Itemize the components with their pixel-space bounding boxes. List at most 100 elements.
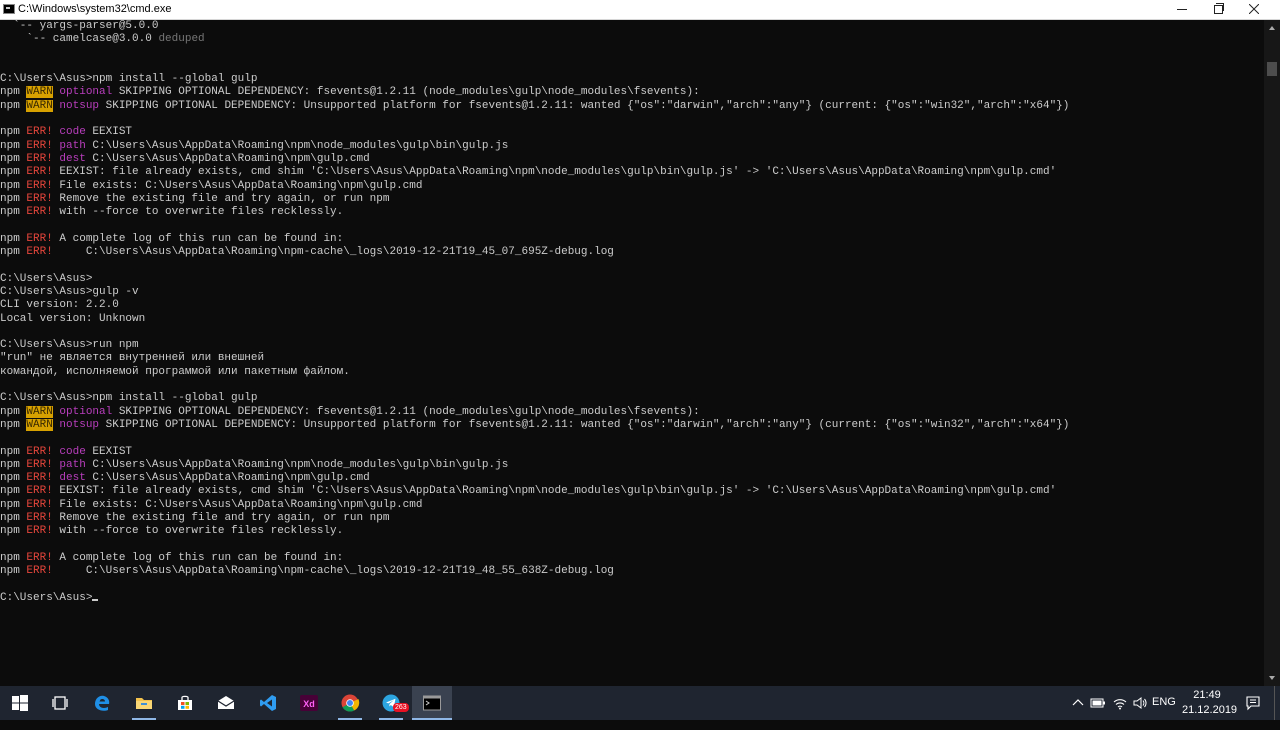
console-line: C:\Users\Asus>: [0, 273, 1069, 286]
npm-keyword: path: [59, 139, 86, 152]
console-text: npm: [0, 525, 27, 538]
npm-keyword: dest: [59, 152, 86, 165]
console-text: npm: [0, 192, 27, 205]
console-text: EEXIST: file already exists, cmd shim 'C…: [52, 485, 1057, 498]
err-tag: ERR!: [26, 511, 53, 524]
battery-icon[interactable]: [1090, 697, 1106, 709]
store-button[interactable]: [165, 686, 205, 720]
show-hidden-icons-chevron-icon[interactable]: [1072, 698, 1084, 708]
console-line: npm ERR! File exists: C:\Users\Asus\AppD…: [0, 180, 1069, 193]
scroll-down-arrow-icon[interactable]: [1264, 670, 1280, 686]
file-explorer-button[interactable]: [124, 686, 164, 720]
chrome-button[interactable]: [330, 686, 370, 720]
console-line: Local version: Unknown: [0, 313, 1069, 326]
console-text: npm: [0, 166, 27, 179]
warn-tag: WARN: [26, 86, 53, 99]
console-line: C:\Users\Asus>npm install --global gulp: [0, 73, 1069, 86]
scroll-up-arrow-icon[interactable]: [1264, 20, 1280, 36]
console-line: npm ERR! with --force to overwrite files…: [0, 525, 1069, 538]
console-line: npm ERR! path C:\Users\Asus\AppData\Roam…: [0, 140, 1069, 153]
console-text: C:\Users\Asus\AppData\Roaming\npm-cache\…: [52, 246, 614, 259]
clock-time: 21:49: [1193, 689, 1221, 701]
minimize-button[interactable]: [1164, 0, 1200, 19]
console-line: npm ERR! A complete log of this run can …: [0, 552, 1069, 565]
console-text: File exists: C:\Users\Asus\AppData\Roami…: [52, 498, 423, 511]
console-text: C:\Users\Asus\AppData\Roaming\npm\node_m…: [85, 458, 509, 471]
err-tag: ERR!: [26, 525, 53, 538]
action-center-notifications-icon[interactable]: [1245, 695, 1261, 711]
console-text: EEXIST: file already exists, cmd shim 'C…: [52, 166, 1057, 179]
vertical-scrollbar[interactable]: [1264, 20, 1280, 686]
console-text: EEXIST: [85, 445, 133, 458]
xd-icon: Xd: [300, 695, 318, 711]
console-text: C:\Users\Asus>: [0, 591, 93, 604]
clock[interactable]: 21:49 21.12.2019: [1182, 688, 1238, 718]
console-line: C:\Users\Asus>gulp -v: [0, 286, 1069, 299]
console-text: Remove the existing file and try again, …: [52, 511, 390, 524]
scrollbar-thumb[interactable]: [1267, 62, 1277, 76]
maximize-button[interactable]: [1200, 0, 1236, 19]
edge-button[interactable]: [82, 686, 122, 720]
task-view-button[interactable]: [40, 686, 80, 720]
console-text: deduped: [158, 33, 205, 46]
text-cursor: [92, 598, 99, 601]
console-text: A complete log of this run can be found …: [52, 232, 344, 245]
npm-keyword: code: [59, 126, 86, 139]
console-text: C:\Users\Asus>npm install --global gulp: [0, 73, 258, 86]
console-text: npm: [0, 511, 27, 524]
console-text: npm: [0, 445, 27, 458]
task-view-icon: [52, 696, 68, 710]
console-text: EEXIST: [85, 126, 133, 139]
npm-keyword: notsup: [59, 418, 100, 431]
adobe-xd-button[interactable]: Xd: [289, 686, 329, 720]
console-text: SKIPPING OPTIONAL DEPENDENCY: Unsupporte…: [99, 99, 1070, 112]
clock-date: 21.12.2019: [1182, 704, 1238, 716]
console-line: командой, исполняемой программой или пак…: [0, 366, 1069, 379]
console-text: SKIPPING OPTIONAL DEPENDENCY: fsevents@1…: [112, 86, 700, 99]
windows-logo-icon: [12, 695, 28, 711]
console-text: npm: [0, 86, 27, 99]
volume-icon[interactable]: [1132, 696, 1148, 710]
console-text: SKIPPING OPTIONAL DEPENDENCY: fsevents@1…: [112, 405, 700, 418]
err-tag: ERR!: [26, 565, 53, 578]
err-tag: ERR!: [26, 179, 53, 192]
console-text: with --force to overwrite files reckless…: [52, 206, 344, 219]
input-language-indicator[interactable]: ENG: [1152, 696, 1176, 730]
console-lines: `-- yargs-parser@5.0.0 `-- camelcase@3.0…: [0, 20, 1069, 605]
err-tag: ERR!: [26, 166, 53, 179]
console-text: npm: [0, 99, 27, 112]
cmd-app-icon[interactable]: [3, 4, 15, 14]
show-desktop-button[interactable]: [1274, 686, 1280, 720]
console-text: C:\Users\Asus>gulp -v: [0, 285, 139, 298]
vscode-button[interactable]: [248, 686, 288, 720]
store-icon: [178, 695, 192, 710]
console-line: npm ERR! A complete log of this run can …: [0, 233, 1069, 246]
console-text: C:\Users\Asus>npm install --global gulp: [0, 392, 258, 405]
title-bar[interactable]: C:\Windows\system32\cmd.exe: [0, 0, 1280, 20]
window-title: C:\Windows\system32\cmd.exe: [18, 3, 172, 15]
console-text: CLI version: 2.2.0: [0, 299, 119, 312]
cmd-icon: [423, 695, 441, 711]
console-text: with --force to overwrite files reckless…: [52, 525, 344, 538]
console-text: C:\Users\Asus>: [0, 272, 93, 285]
telegram-button[interactable]: 263: [371, 686, 411, 720]
mail-button[interactable]: [206, 686, 246, 720]
warn-tag: WARN: [26, 405, 53, 418]
start-button[interactable]: [0, 686, 40, 720]
console-output[interactable]: `-- yargs-parser@5.0.0 `-- camelcase@3.0…: [0, 20, 1264, 686]
close-button[interactable]: [1236, 0, 1272, 19]
wifi-icon[interactable]: [1112, 696, 1128, 710]
console-line: C:\Users\Asus>run npm: [0, 339, 1069, 352]
err-tag: ERR!: [26, 551, 53, 564]
console-line: npm WARN optional SKIPPING OPTIONAL DEPE…: [0, 86, 1069, 99]
cmd-button[interactable]: [412, 686, 452, 720]
console-line: npm ERR! dest C:\Users\Asus\AppData\Roam…: [0, 153, 1069, 166]
console-text: командой, исполняемой программой или пак…: [0, 365, 350, 378]
console-text: C:\Users\Asus\AppData\Roaming\npm\gulp.c…: [85, 472, 370, 485]
